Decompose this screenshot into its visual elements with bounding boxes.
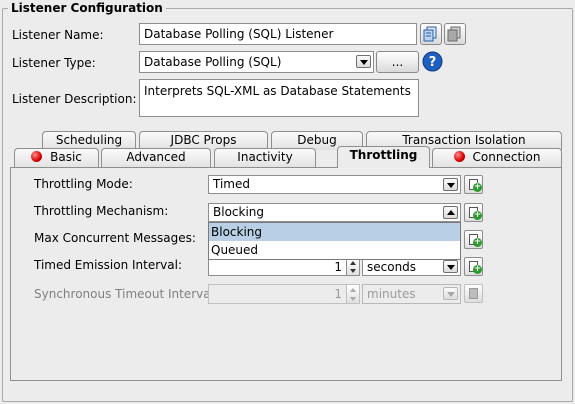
listener-type-browse-button[interactable]: ... [376,51,419,73]
throttling-mechanism-add-button[interactable]: + [464,203,483,222]
copy-icon [423,26,437,42]
tab-basic[interactable]: Basic [14,148,99,168]
max-concurrent-messages-label: Max Concurrent Messages: [34,231,196,245]
group-title: Listener Configuration [8,0,166,16]
error-dot-icon [453,151,465,162]
throttling-mode-label: Throttling Mode: [34,177,133,191]
dropdown-option-blocking[interactable]: Blocking [209,223,460,241]
add-icon: + [473,182,482,192]
throttling-mode-add-button[interactable]: + [464,175,483,194]
listener-type-label: Listener Type: [12,56,96,70]
throttling-mode-dropdown-button[interactable] [443,178,458,191]
arrow-down-icon [350,297,356,301]
synchronous-timeout-unit-value: minutes [367,287,416,301]
timed-emission-unit-value: seconds [367,260,417,274]
timed-emission-spinner[interactable] [346,258,360,276]
listener-name-field[interactable]: Database Polling (SQL) Listener [139,23,417,45]
throttling-mode-value: Timed [213,177,250,191]
chevron-down-icon [360,60,368,65]
spinner-down-button[interactable] [347,295,359,303]
svg-text:?: ? [429,55,437,70]
paste-icon [447,26,461,42]
listener-description-label: Listener Description: [12,92,137,106]
error-dot-icon [31,151,43,162]
listener-type-dropdown-button[interactable] [356,55,371,68]
chevron-down-icon [447,265,455,270]
timed-emission-unit-select[interactable]: seconds [362,258,461,276]
tab-throttling[interactable]: Throttling [337,146,430,168]
synchronous-timeout-unit-dropdown-button[interactable] [443,287,458,300]
timed-emission-interval-input[interactable]: 1 [208,258,347,276]
dropdown-option-queued[interactable]: Queued [209,241,460,259]
add-icon: + [473,264,482,274]
listener-name-label: Listener Name: [12,28,104,42]
tab-connection-label: Connection [472,150,541,164]
tab-advanced[interactable]: Advanced [101,148,211,168]
synchronous-timeout-unit-select[interactable]: minutes [362,284,461,304]
tab-connection[interactable]: Connection [432,148,562,168]
tab-inactivity[interactable]: Inactivity [214,148,316,168]
timed-emission-unit-dropdown-button[interactable] [443,260,458,273]
throttling-mode-select[interactable]: Timed [208,175,461,194]
spinner-down-button[interactable] [347,267,359,275]
spinner-up-button[interactable] [347,286,359,294]
throttling-mechanism-select[interactable]: Blocking [208,203,461,222]
add-icon: + [473,210,482,220]
listener-description-field[interactable]: Interprets SQL-XML as Database Statement… [139,79,419,117]
listener-type-select[interactable]: Database Polling (SQL) [139,51,374,73]
chevron-up-icon [447,210,455,215]
arrow-up-icon [350,288,356,292]
chevron-down-icon [447,183,455,188]
chevron-down-icon [447,292,455,297]
max-concurrent-add-button[interactable]: + [464,230,483,249]
tab-basic-label: Basic [50,150,82,164]
throttling-mechanism-label: Throttling Mechanism: [34,204,169,218]
arrow-down-icon [350,269,356,273]
help-button[interactable]: ? [422,51,443,72]
timed-emission-add-button[interactable]: + [464,257,483,276]
paste-button[interactable] [444,23,466,45]
document-icon [469,288,478,299]
synchronous-timeout-interval-input[interactable]: 1 [208,284,347,304]
spinner-up-button[interactable] [347,259,359,267]
throttling-mechanism-dropdown-list: Blocking Queued [208,222,461,260]
synchronous-timeout-add-button[interactable] [464,284,483,303]
listener-type-value: Database Polling (SQL) [144,55,282,69]
help-icon: ? [422,51,443,72]
synchronous-timeout-interval-label: Synchronous Timeout Interval: [34,287,218,301]
arrow-up-icon [350,261,356,265]
copy-button[interactable] [420,23,442,45]
throttling-mechanism-dropdown-button[interactable] [443,206,458,219]
throttling-mechanism-value: Blocking [213,205,265,219]
timed-emission-interval-label: Timed Emission Interval: [34,258,183,272]
add-icon: + [473,237,482,247]
synchronous-timeout-spinner[interactable] [346,284,360,304]
